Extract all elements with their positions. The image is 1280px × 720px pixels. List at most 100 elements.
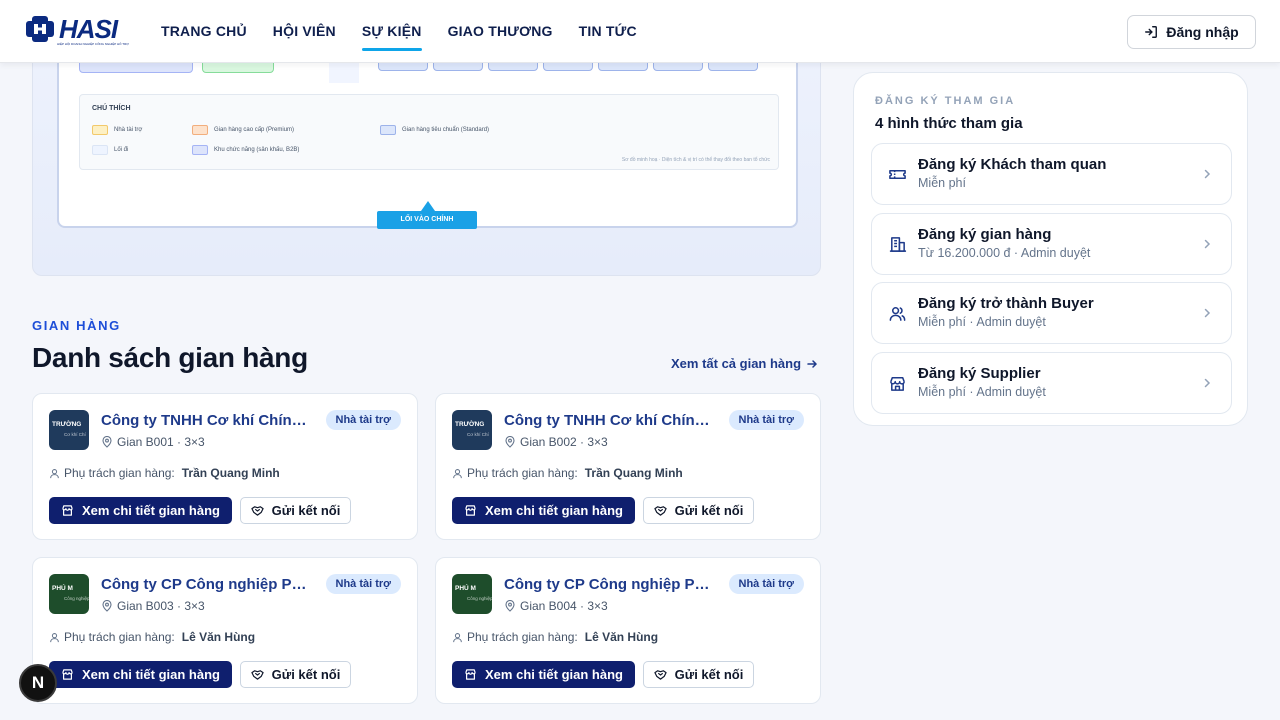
booth-location: Gian B003 · 3×3: [101, 599, 205, 613]
booth-card: PHÚ M Công nghiệp Công ty CP Công nghiệp…: [32, 557, 418, 704]
registration-title: 4 hình thức tham gia: [875, 115, 1023, 132]
see-all-booths-link[interactable]: Xem tất cả gian hàng: [671, 356, 818, 371]
arrow-right-icon: [807, 359, 818, 368]
see-all-label: Xem tất cả gian hàng: [671, 356, 802, 371]
entrance-arrow-icon: [421, 201, 435, 211]
send-connect-button[interactable]: Gửi kết nối: [240, 497, 351, 524]
registration-kicker: ĐĂNG KÝ THAM GIA: [875, 95, 1016, 107]
register-buyer-option[interactable]: Đăng ký trở thành Buyer Miễn phí · Admin…: [871, 282, 1232, 344]
map-note: Sơ đồ minh hoạ · Diện tích & vị trí có t…: [621, 157, 770, 163]
section-kicker: GIAN HÀNG: [32, 318, 121, 333]
legend-label: Gian hàng tiêu chuẩn (Standard): [402, 127, 490, 133]
manager-name: Trần Quang Minh: [584, 466, 683, 480]
legend-label: Khu chức năng (sân khấu, B2B): [214, 147, 300, 153]
option-label: Đăng ký Khách tham quan: [918, 156, 1107, 173]
register-visitor-option[interactable]: Đăng ký Khách tham quan Miễn phí: [871, 143, 1232, 205]
company-logo-subtext: Cơ khí Chí: [467, 432, 489, 437]
legend-label: Nhà tài trợ: [114, 127, 143, 133]
send-connect-label: Gửi kết nối: [674, 667, 744, 682]
booth-card: TRƯỜNG Cơ khí Chí Công ty TNHH Cơ khí Ch…: [32, 393, 418, 540]
manager-name: Lê Văn Hùng: [584, 630, 659, 644]
sponsor-badge: Nhà tài trợ: [728, 574, 804, 594]
legend-item-sponsor: Nhà tài trợ: [92, 125, 142, 135]
booth-company-name[interactable]: Công ty CP Công nghiệp Phú Mỹ: [504, 576, 718, 593]
company-logo-subtext: Công nghiệp: [64, 596, 89, 601]
store-icon: [465, 505, 476, 516]
login-button[interactable]: Đăng nhập: [1127, 15, 1256, 49]
map-pin-icon: [505, 600, 515, 612]
legend-swatch: [92, 125, 108, 135]
send-connect-button[interactable]: Gửi kết nối: [643, 497, 754, 524]
floating-app-badge[interactable]: N: [19, 664, 57, 702]
store-icon: [890, 377, 905, 391]
view-booth-detail-button[interactable]: Xem chi tiết gian hàng: [49, 497, 232, 524]
users-icon: [889, 307, 906, 321]
company-logo-subtext: Cơ khí Chí: [64, 432, 86, 437]
booth-company-name[interactable]: Công ty CP Công nghiệp Phú Mỹ: [101, 576, 315, 593]
section-title: Danh sách gian hàng: [32, 342, 308, 373]
nav-home[interactable]: TRANG CHỦ: [161, 0, 247, 63]
company-logo: PHÚ M Công nghiệp: [452, 574, 492, 614]
send-connect-button[interactable]: Gửi kết nối: [240, 661, 351, 688]
handshake-icon: [250, 506, 264, 516]
booth-manager: Phụ trách gian hàng: Lê Văn Hùng: [49, 630, 255, 644]
view-detail-label: Xem chi tiết gian hàng: [485, 503, 623, 518]
ticket-icon: [889, 169, 906, 180]
view-booth-detail-button[interactable]: Xem chi tiết gian hàng: [452, 497, 635, 524]
register-supplier-option[interactable]: Đăng ký Supplier Miễn phí · Admin duyệt: [871, 352, 1232, 414]
view-booth-detail-button[interactable]: Xem chi tiết gian hàng: [452, 661, 635, 688]
booth-location-text: Gian B003 · 3×3: [117, 599, 205, 613]
legend-title: CHÚ THÍCH: [92, 105, 131, 112]
booth-location: Gian B004 · 3×3: [504, 599, 608, 613]
send-connect-label: Gửi kết nối: [674, 503, 744, 518]
login-label: Đăng nhập: [1166, 24, 1239, 40]
handshake-icon: [653, 670, 667, 680]
store-icon: [62, 669, 73, 680]
map-legend: CHÚ THÍCH Nhà tài trợ Gian hàng cao cấp …: [79, 94, 779, 170]
manager-prefix: Phụ trách gian hàng:: [467, 630, 578, 644]
view-booth-detail-button[interactable]: Xem chi tiết gian hàng: [49, 661, 232, 688]
booth-manager: Phụ trách gian hàng: Lê Văn Hùng: [452, 630, 658, 644]
nav-members[interactable]: HỘI VIÊN: [273, 0, 336, 63]
company-logo: TRƯỜNG Cơ khí Chí: [452, 410, 492, 450]
manager-prefix: Phụ trách gian hàng:: [64, 630, 175, 644]
option-label: Đăng ký trở thành Buyer: [918, 295, 1094, 312]
handshake-icon: [653, 506, 667, 516]
store-icon: [62, 505, 73, 516]
main-nav: TRANG CHỦ HỘI VIÊN SỰ KIỆN GIAO THƯƠNG T…: [161, 0, 637, 63]
manager-name: Lê Văn Hùng: [181, 630, 256, 644]
option-subtitle: Miễn phí · Admin duyệt: [918, 385, 1046, 399]
chevron-right-icon: [1204, 239, 1211, 249]
booth-company-name[interactable]: Công ty TNHH Cơ khí Chính Xác Trường Thà…: [504, 412, 718, 429]
store-icon: [465, 669, 476, 680]
booth-company-name[interactable]: Công ty TNHH Cơ khí Chính Xác Trường Thà…: [101, 412, 315, 429]
logo-text: HASI: [59, 14, 118, 44]
logo-subtitle: HIỆP HỘI DOANH NGHIỆP CÔNG NGHIỆP HỖ TRỢ: [57, 42, 129, 46]
registration-panel: ĐĂNG KÝ THAM GIA 4 hình thức tham gia Đă…: [853, 72, 1248, 426]
sponsor-badge: Nhà tài trợ: [325, 574, 401, 594]
register-booth-option[interactable]: Đăng ký gian hàng Từ 16.200.000 đ · Admi…: [871, 213, 1232, 275]
company-logo-text: PHÚ M: [455, 585, 476, 592]
nav-trade[interactable]: GIAO THƯƠNG: [448, 0, 553, 63]
legend-swatch: [380, 125, 396, 135]
chevron-right-icon: [1204, 169, 1211, 179]
site-logo[interactable]: HASI HIỆP HỘI DOANH NGHIỆP CÔNG NGHIỆP H…: [25, 14, 129, 46]
map-pin-icon: [102, 600, 112, 612]
legend-item-premium: Gian hàng cao cấp (Premium): [192, 125, 294, 135]
company-logo-text: PHÚ M: [52, 585, 73, 592]
send-connect-button[interactable]: Gửi kết nối: [643, 661, 754, 688]
option-subtitle: Miễn phí: [918, 176, 966, 190]
send-connect-label: Gửi kết nối: [271, 667, 341, 682]
sponsor-badge: Nhà tài trợ: [728, 410, 804, 430]
option-label: Đăng ký gian hàng: [918, 226, 1052, 243]
legend-item-function: Khu chức năng (sân khấu, B2B): [192, 145, 299, 155]
nav-news[interactable]: TIN TỨC: [579, 0, 637, 63]
user-icon: [50, 468, 59, 478]
legend-item-aisle: Lối đi: [92, 145, 128, 155]
sponsor-badge: Nhà tài trợ: [325, 410, 401, 430]
option-label: Đăng ký Supplier: [918, 365, 1041, 382]
legend-label: Lối đi: [114, 147, 129, 153]
handshake-icon: [250, 670, 264, 680]
booth-card: PHÚ M Công nghiệp Công ty CP Công nghiệp…: [435, 557, 821, 704]
nav-events[interactable]: SỰ KIỆN: [361, 0, 422, 63]
